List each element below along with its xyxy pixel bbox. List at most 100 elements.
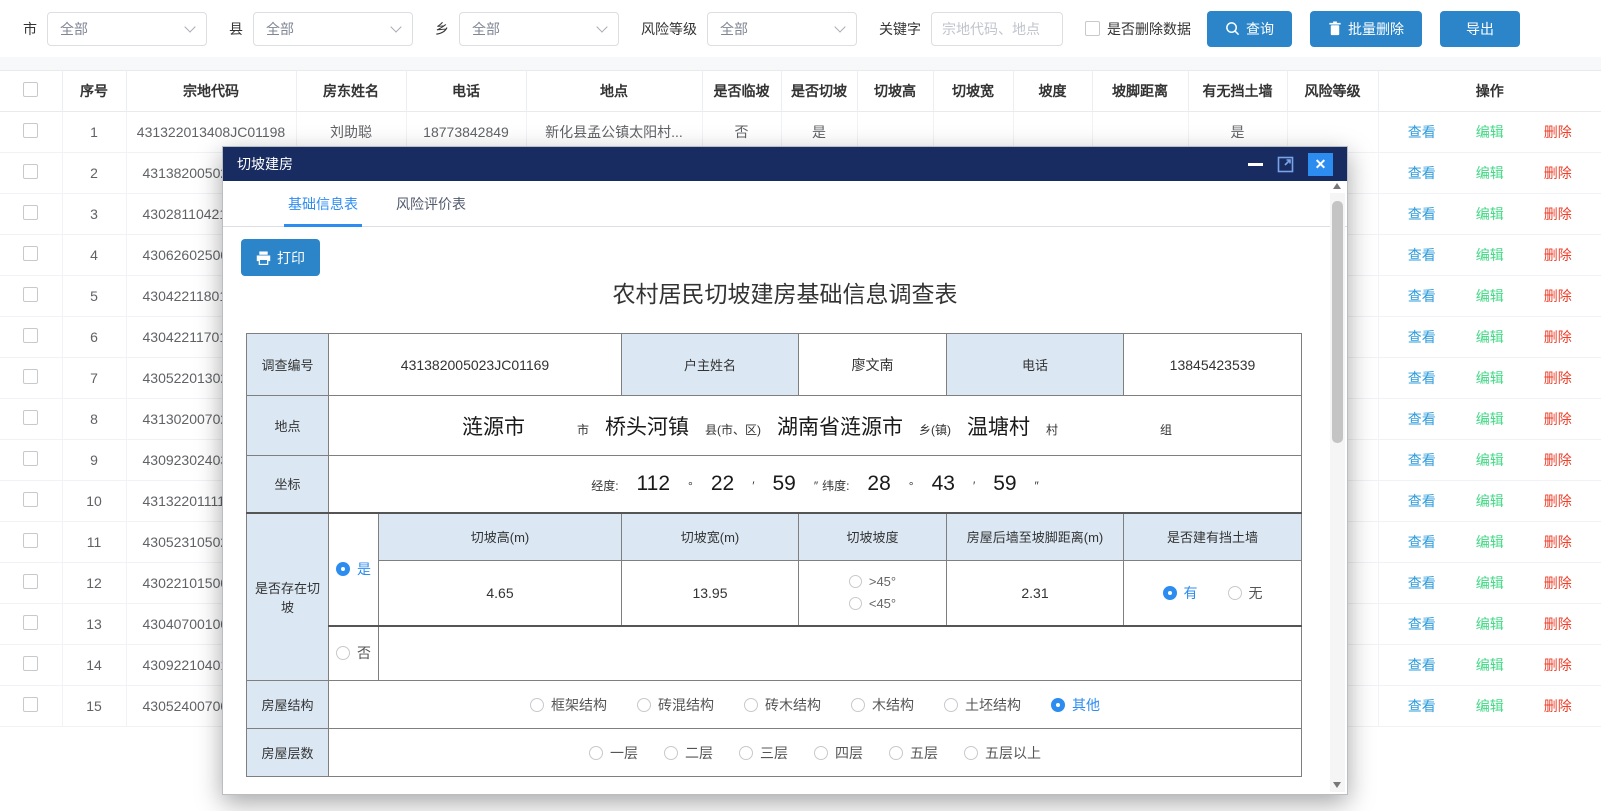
- batch-delete-button[interactable]: 批量删除: [1310, 11, 1422, 47]
- town-select[interactable]: 全部: [459, 12, 619, 46]
- slope-lt45-radio[interactable]: <45°: [849, 596, 896, 611]
- edit-link[interactable]: 编辑: [1476, 616, 1504, 632]
- view-link[interactable]: 查看: [1408, 206, 1436, 222]
- delete-link[interactable]: 删除: [1544, 370, 1572, 386]
- row-checkbox[interactable]: [23, 697, 38, 712]
- export-button[interactable]: 导出: [1440, 11, 1520, 47]
- edit-link[interactable]: 编辑: [1476, 534, 1504, 550]
- city-select[interactable]: 全部: [47, 12, 207, 46]
- keyword-input[interactable]: [931, 12, 1063, 46]
- row-checkbox[interactable]: [23, 123, 38, 138]
- tab-basic-info[interactable]: 基础信息表: [288, 181, 358, 226]
- tab-risk-evaluation[interactable]: 风险评价表: [396, 181, 466, 226]
- row-checkbox[interactable]: [23, 615, 38, 630]
- floors-option[interactable]: 一层: [589, 743, 638, 763]
- view-link[interactable]: 查看: [1408, 411, 1436, 427]
- modal-scrollbar[interactable]: [1330, 193, 1345, 792]
- floors-option[interactable]: 四层: [814, 743, 863, 763]
- view-link[interactable]: 查看: [1408, 616, 1436, 632]
- delete-link[interactable]: 删除: [1544, 698, 1572, 714]
- delete-link[interactable]: 删除: [1544, 411, 1572, 427]
- delete-link[interactable]: 删除: [1544, 124, 1572, 140]
- scroll-up-icon[interactable]: [1333, 183, 1341, 189]
- structure-option[interactable]: 砖木结构: [744, 695, 821, 715]
- view-link[interactable]: 查看: [1408, 165, 1436, 181]
- delete-link[interactable]: 删除: [1544, 206, 1572, 222]
- structure-option[interactable]: 木结构: [851, 695, 914, 715]
- floors-option[interactable]: 五层: [889, 743, 938, 763]
- select-all-checkbox[interactable]: [23, 82, 38, 97]
- floors-option[interactable]: 五层以上: [964, 743, 1041, 763]
- row-checkbox[interactable]: [23, 656, 38, 671]
- edit-link[interactable]: 编辑: [1476, 247, 1504, 263]
- view-link[interactable]: 查看: [1408, 452, 1436, 468]
- delete-link[interactable]: 删除: [1544, 329, 1572, 345]
- row-checkbox[interactable]: [23, 533, 38, 548]
- delete-link[interactable]: 删除: [1544, 165, 1572, 181]
- view-link[interactable]: 查看: [1408, 575, 1436, 591]
- delete-link[interactable]: 删除: [1544, 575, 1572, 591]
- floors-option[interactable]: 三层: [739, 743, 788, 763]
- edit-link[interactable]: 编辑: [1476, 370, 1504, 386]
- risk-select[interactable]: 全部: [707, 12, 857, 46]
- slope-gt45-radio[interactable]: >45°: [849, 574, 896, 589]
- county-select[interactable]: 全部: [253, 12, 413, 46]
- scrollbar-thumb[interactable]: [1332, 201, 1343, 443]
- row-checkbox[interactable]: [23, 205, 38, 220]
- row-checkbox[interactable]: [23, 492, 38, 507]
- wall-yes-radio[interactable]: 有: [1163, 583, 1198, 603]
- row-checkbox[interactable]: [23, 369, 38, 384]
- row-checkbox[interactable]: [23, 164, 38, 179]
- view-link[interactable]: 查看: [1408, 657, 1436, 673]
- edit-link[interactable]: 编辑: [1476, 493, 1504, 509]
- structure-option[interactable]: 框架结构: [530, 695, 607, 715]
- row-checkbox[interactable]: [23, 287, 38, 302]
- edit-link[interactable]: 编辑: [1476, 124, 1504, 140]
- view-link[interactable]: 查看: [1408, 698, 1436, 714]
- modal-header[interactable]: 切坡建房 ✕: [223, 147, 1347, 181]
- view-link[interactable]: 查看: [1408, 288, 1436, 304]
- maximize-icon[interactable]: [1277, 156, 1294, 173]
- close-icon[interactable]: ✕: [1308, 153, 1333, 176]
- edit-link[interactable]: 编辑: [1476, 657, 1504, 673]
- delete-link[interactable]: 删除: [1544, 616, 1572, 632]
- row-checkbox[interactable]: [23, 410, 38, 425]
- view-link[interactable]: 查看: [1408, 124, 1436, 140]
- view-link[interactable]: 查看: [1408, 534, 1436, 550]
- row-checkbox[interactable]: [23, 574, 38, 589]
- structure-option[interactable]: 土坯结构: [944, 695, 1021, 715]
- structure-option[interactable]: 其他: [1051, 695, 1100, 715]
- slope-yes-radio[interactable]: 是: [336, 559, 371, 579]
- view-link[interactable]: 查看: [1408, 329, 1436, 345]
- print-button[interactable]: 打印: [241, 239, 320, 276]
- edit-link[interactable]: 编辑: [1476, 206, 1504, 222]
- query-button[interactable]: 查询: [1207, 11, 1292, 47]
- wall-no-radio[interactable]: 无: [1228, 583, 1263, 603]
- row-checkbox[interactable]: [23, 451, 38, 466]
- delete-link[interactable]: 删除: [1544, 493, 1572, 509]
- edit-link[interactable]: 编辑: [1476, 329, 1504, 345]
- town-filter-label: 乡: [435, 19, 449, 39]
- floors-option[interactable]: 二层: [664, 743, 713, 763]
- row-checkbox[interactable]: [23, 246, 38, 261]
- view-link[interactable]: 查看: [1408, 493, 1436, 509]
- structure-option[interactable]: 砖混结构: [637, 695, 714, 715]
- view-link[interactable]: 查看: [1408, 247, 1436, 263]
- edit-link[interactable]: 编辑: [1476, 698, 1504, 714]
- minimize-icon[interactable]: [1248, 163, 1263, 166]
- delete-link[interactable]: 删除: [1544, 452, 1572, 468]
- slope-no-radio[interactable]: 否: [336, 643, 371, 663]
- edit-link[interactable]: 编辑: [1476, 452, 1504, 468]
- edit-link[interactable]: 编辑: [1476, 411, 1504, 427]
- delete-link[interactable]: 删除: [1544, 534, 1572, 550]
- edit-link[interactable]: 编辑: [1476, 288, 1504, 304]
- edit-link[interactable]: 编辑: [1476, 165, 1504, 181]
- row-checkbox[interactable]: [23, 328, 38, 343]
- deleted-data-checkbox[interactable]: [1085, 21, 1100, 36]
- delete-link[interactable]: 删除: [1544, 288, 1572, 304]
- delete-link[interactable]: 删除: [1544, 247, 1572, 263]
- view-link[interactable]: 查看: [1408, 370, 1436, 386]
- edit-link[interactable]: 编辑: [1476, 575, 1504, 591]
- delete-link[interactable]: 删除: [1544, 657, 1572, 673]
- scroll-down-icon[interactable]: [1333, 782, 1341, 788]
